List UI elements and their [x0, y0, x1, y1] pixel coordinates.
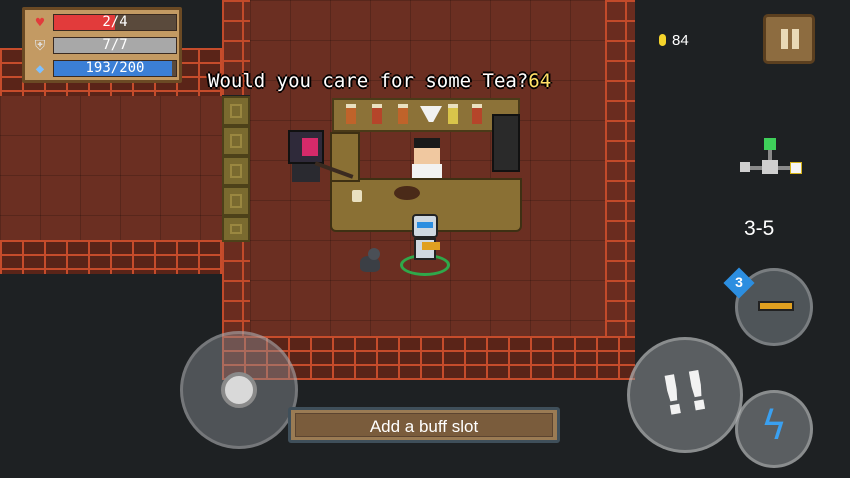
minimap-shop-icon — [790, 162, 802, 174]
bottle-icon — [472, 104, 482, 124]
minimap-room — [762, 160, 778, 174]
minimap-path — [768, 150, 772, 160]
pause-icon — [781, 29, 788, 49]
minimap — [738, 136, 808, 184]
exclamation-icon: !! — [655, 358, 715, 429]
coin-counter: 84 — [659, 32, 689, 49]
heart-icon: ♥ — [35, 15, 45, 31]
crate — [222, 186, 250, 216]
energy-row: ◆ 193/200 — [31, 59, 179, 79]
health-row: ♥ 2/4 — [31, 13, 179, 33]
joystick-knob[interactable] — [221, 372, 257, 408]
crate — [222, 126, 250, 156]
rifle-icon — [758, 301, 794, 311]
shield-icon: ⛨ — [34, 38, 46, 54]
crate — [222, 156, 250, 186]
minimap-room — [764, 138, 776, 150]
lightning-icon: ϟ — [760, 403, 788, 449]
health-bar: 2/4 — [53, 14, 177, 31]
bottle-icon — [372, 104, 382, 124]
crate — [222, 96, 250, 126]
dialog-line: Would you care for some Tea? — [208, 70, 529, 92]
knight-npc-sprite — [284, 130, 354, 182]
armor-bar: 7/7 — [53, 37, 177, 54]
energy-bar: 193/200 — [53, 60, 177, 77]
crate — [222, 216, 250, 242]
player-stats-panel: ♥ 2/4 ⛨ 7/7 ◆ 193/200 — [22, 7, 182, 83]
cup-icon — [352, 190, 362, 202]
energy-value: 193/200 — [85, 60, 145, 76]
coffee-machine-icon — [492, 114, 520, 172]
pause-button[interactable] — [763, 14, 815, 64]
armor-value: 7/7 — [102, 37, 128, 53]
energy-diamond-icon: ◆ — [35, 61, 45, 77]
weapon-energy-cost: 3 — [735, 274, 743, 290]
health-value: 2/4 — [102, 14, 128, 30]
minimap-room — [740, 162, 750, 172]
bottle-icon — [398, 104, 408, 124]
room-wall-right — [605, 0, 635, 380]
coin-icon — [659, 34, 666, 46]
shopkeeper-sprite — [410, 138, 444, 178]
add-buff-slot-button[interactable]: Add a buff slot — [288, 407, 560, 443]
bottle-icon — [448, 104, 458, 124]
bottle-icon — [346, 104, 356, 124]
add-buff-slot-label: Add a buff slot — [369, 417, 479, 436]
npc-dialog-text: Would you care for some Tea?64 — [208, 70, 551, 92]
skill-button[interactable]: ϟ — [735, 390, 813, 468]
movement-joystick[interactable] — [180, 331, 298, 449]
pigeon-pet-sprite — [356, 248, 382, 274]
teapot-icon — [394, 186, 420, 200]
corridor-floor — [0, 95, 222, 245]
coin-count: 84 — [672, 32, 689, 49]
player-robot-sprite — [400, 214, 450, 280]
dialog-number: 64 — [528, 70, 552, 92]
corridor-wall-bottom — [0, 240, 222, 274]
level-indicator: 3-5 — [744, 217, 775, 240]
armor-row: ⛨ 7/7 — [31, 36, 179, 56]
attack-button[interactable]: !! — [627, 337, 743, 453]
pause-icon — [792, 29, 799, 49]
